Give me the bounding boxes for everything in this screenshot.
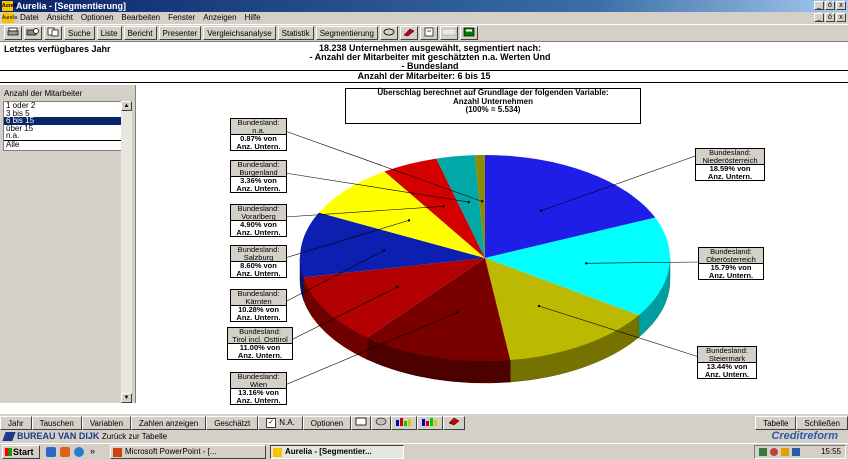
system-tray: 15:55 bbox=[754, 445, 846, 459]
task-aurelia[interactable]: Aurelia - [Segmentier... bbox=[270, 445, 404, 459]
tauschen-button[interactable]: Tauschen bbox=[32, 416, 82, 430]
chart-title: Überschlag berechnet auf Grundlage der f… bbox=[345, 88, 641, 124]
label-niederoesterreich: Bundesland:Niederösterreich 18.59% vonAn… bbox=[695, 148, 765, 181]
na-checkbox[interactable]: ✓ N.A. bbox=[258, 416, 303, 430]
optionen-button[interactable]: Optionen bbox=[303, 416, 351, 430]
windows-logo-icon bbox=[5, 448, 12, 456]
quicklaunch-chevron-icon[interactable]: » bbox=[90, 445, 95, 458]
aurelia-task-icon bbox=[273, 448, 282, 457]
zahlen-anzeigen-button[interactable]: Zahlen anzeigen bbox=[131, 416, 206, 430]
desktop-icon[interactable] bbox=[46, 447, 56, 457]
leader-dot-0 bbox=[540, 210, 542, 212]
task-powerpoint[interactable]: Microsoft PowerPoint - [... bbox=[110, 445, 266, 459]
label-tirol: Bundesland:Tirol incl. Osttirol 11.00% v… bbox=[227, 327, 293, 360]
tray-volume-icon[interactable] bbox=[770, 448, 778, 456]
status-bar: BUREAU VAN DIJK Zurück zur Tabelle Credi… bbox=[0, 430, 848, 443]
label-oberoesterreich: Bundesland:Oberösterreich 15.79% vonAnz.… bbox=[698, 247, 764, 280]
bvd-link[interactable]: BUREAU VAN DIJK Zurück zur Tabelle bbox=[4, 430, 167, 443]
3d-chart-icon[interactable] bbox=[443, 416, 465, 430]
stacked-bar-icon[interactable] bbox=[417, 416, 443, 430]
outlook-icon[interactable] bbox=[60, 447, 70, 457]
leader-dot-2 bbox=[538, 305, 540, 307]
schliessen-button[interactable]: Schließen bbox=[796, 416, 848, 430]
creditreform-logo: Creditreform bbox=[771, 430, 838, 443]
label-kaernten: Bundesland:Kärnten 10.28% vonAnz. Untern… bbox=[230, 289, 287, 322]
browser-icon[interactable] bbox=[74, 447, 84, 457]
bvd-brand: BUREAU VAN DIJK bbox=[17, 431, 99, 441]
label-steiermark: Bundesland:Steiermark 13.44% vonAnz. Unt… bbox=[697, 346, 757, 379]
tray-network-icon[interactable] bbox=[759, 448, 767, 456]
leader-dot-7 bbox=[442, 205, 444, 207]
tray-update-icon[interactable] bbox=[792, 448, 800, 456]
geschaetzt-button[interactable]: Geschätzt bbox=[206, 416, 258, 430]
leader-dot-4 bbox=[396, 286, 398, 288]
start-button[interactable]: Start bbox=[2, 445, 40, 459]
label-burgenland: Bundesland:Burgenland 3.36% vonAnz. Unte… bbox=[230, 160, 287, 193]
checkbox-checked-icon[interactable]: ✓ bbox=[266, 418, 276, 428]
label-wien: Bundesland:Wien 13.16% vonAnz. Untern. bbox=[230, 372, 287, 405]
leader-dot-6 bbox=[408, 219, 410, 221]
bottom-toolbar: Jahr Tauschen Variablen Zahlen anzeigen … bbox=[0, 413, 848, 431]
leader-dot-9 bbox=[481, 200, 483, 202]
jahr-button[interactable]: Jahr bbox=[0, 416, 32, 430]
bvd-logo-icon bbox=[2, 432, 15, 441]
variablen-button[interactable]: Variablen bbox=[82, 416, 131, 430]
label-vorarlberg: Bundesland:Vorarlberg 4.90% vonAnz. Unte… bbox=[230, 204, 287, 237]
tray-antivirus-icon[interactable] bbox=[781, 448, 789, 456]
bar-chart-icon[interactable] bbox=[391, 416, 417, 430]
tabelle-button[interactable]: Tabelle bbox=[755, 416, 796, 430]
label-salzburg: Bundesland:Salzburg 8.60% vonAnz. Untern… bbox=[230, 245, 287, 278]
label-na: Bundesland:n.a. 0.87% vonAnz. Untern. bbox=[230, 118, 287, 151]
back-to-table-link[interactable]: Zurück zur Tabelle bbox=[102, 432, 167, 441]
powerpoint-icon bbox=[113, 448, 122, 457]
clock: 15:55 bbox=[821, 447, 841, 456]
chart-title-line3: (100% = 5.534) bbox=[346, 106, 640, 115]
taskbar: Start » Microsoft PowerPoint - [... Aure… bbox=[0, 443, 848, 460]
leader-dot-1 bbox=[585, 262, 587, 264]
start-label: Start bbox=[13, 447, 34, 457]
pie-view-icon[interactable] bbox=[371, 416, 391, 430]
table-view-icon[interactable] bbox=[351, 416, 371, 430]
na-checkbox-label: N.A. bbox=[279, 416, 295, 429]
leader-dot-3 bbox=[456, 311, 458, 313]
leader-dot-8 bbox=[468, 201, 470, 203]
leader-dot-5 bbox=[383, 249, 385, 251]
